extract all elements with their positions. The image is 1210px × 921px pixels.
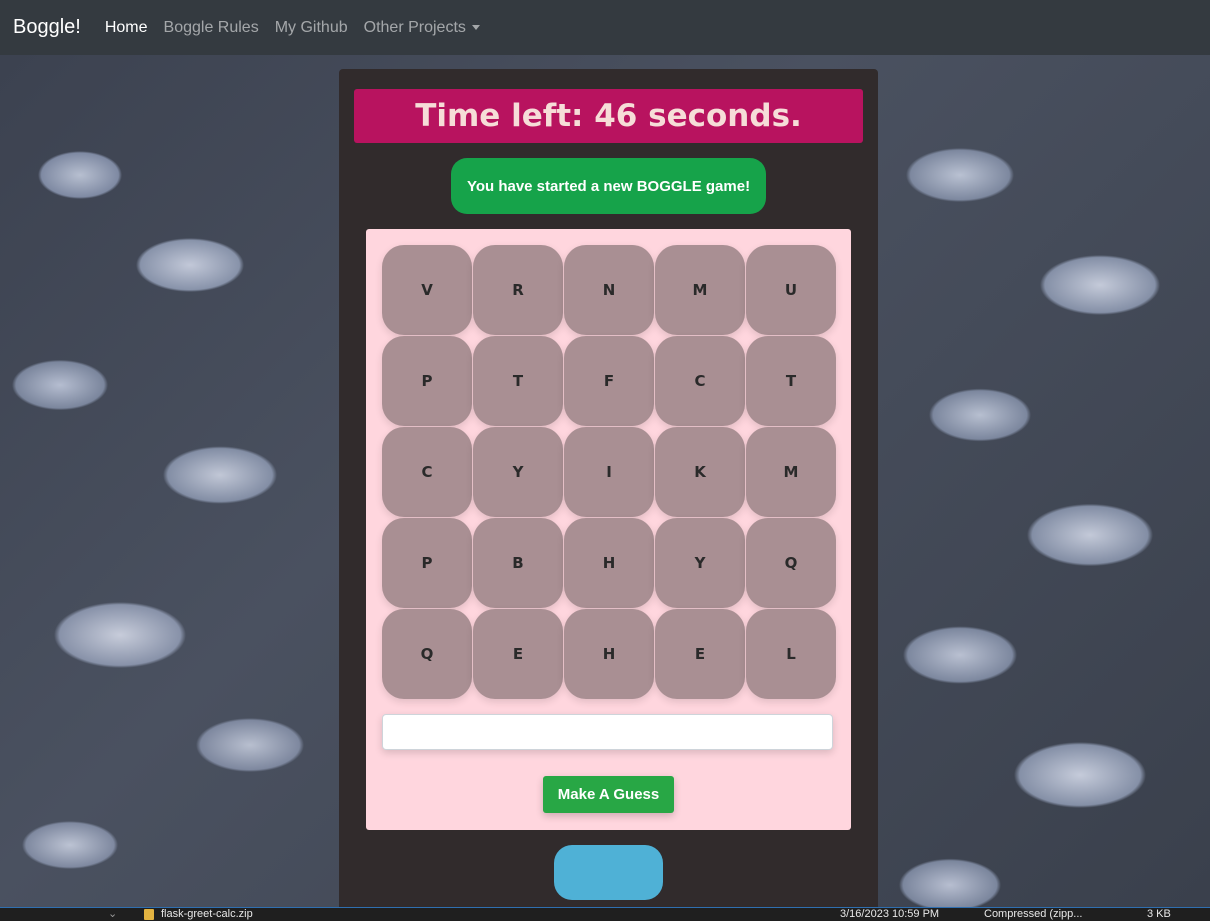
nav-link-my-github[interactable]: My Github (275, 19, 348, 37)
board-cell: N (564, 245, 654, 335)
blue-action-button[interactable] (554, 845, 663, 900)
board-cell: Q (746, 518, 836, 608)
file-date: 3/16/2023 10:59 PM (840, 908, 940, 920)
status-message: You have started a new BOGGLE game! (451, 158, 766, 214)
board-cell: R (473, 245, 563, 335)
nav-dropdown-label: Other Projects (363, 18, 466, 36)
boggle-board: V R N M U P T F C T C Y I K M P B H Y Q … (382, 245, 837, 700)
board-cell: B (473, 518, 563, 608)
board-cell: T (746, 336, 836, 426)
board-cell: P (382, 518, 472, 608)
timer-banner: Time left: 46 seconds. (354, 89, 863, 143)
board-cell: C (382, 427, 472, 517)
board-cell: I (564, 427, 654, 517)
board-cell: K (655, 427, 745, 517)
file-name[interactable]: flask-greet-calc.zip (161, 908, 253, 921)
board-cell: L (746, 609, 836, 699)
board-cell: Y (473, 427, 563, 517)
nav-link-boggle-rules[interactable]: Boggle Rules (164, 19, 259, 37)
navbar-brand[interactable]: Boggle! (13, 16, 81, 39)
board-cell: P (382, 336, 472, 426)
file-size: 3 KB (1147, 908, 1171, 920)
chevron-down-icon[interactable]: ⌄ (108, 908, 117, 921)
board-cell: M (746, 427, 836, 517)
board-cell: E (655, 609, 745, 699)
navbar: Boggle! Home Boggle Rules My Github Othe… (0, 0, 1210, 55)
nav-link-home[interactable]: Home (105, 19, 148, 37)
file-download-strip: ⌄ flask-greet-calc.zip 3/16/2023 10:59 P… (0, 907, 1210, 921)
board-cell: T (473, 336, 563, 426)
board-cell: H (564, 609, 654, 699)
board-cell: V (382, 245, 472, 335)
board-cell: U (746, 245, 836, 335)
nav-dropdown-other-projects[interactable]: Other Projects (364, 19, 480, 37)
board-card: V R N M U P T F C T C Y I K M P B H Y Q … (366, 229, 851, 830)
board-cell: Q (382, 609, 472, 699)
guess-input[interactable] (382, 714, 833, 750)
make-guess-button[interactable]: Make A Guess (543, 776, 674, 813)
board-cell: H (564, 518, 654, 608)
zip-folder-icon (144, 909, 154, 920)
board-cell: E (473, 609, 563, 699)
board-cell: M (655, 245, 745, 335)
board-cell: C (655, 336, 745, 426)
game-panel: Time left: 46 seconds. You have started … (339, 69, 878, 909)
file-type: Compressed (zipp... (984, 908, 1083, 920)
caret-down-icon (471, 24, 480, 30)
board-cell: Y (655, 518, 745, 608)
board-cell: F (564, 336, 654, 426)
